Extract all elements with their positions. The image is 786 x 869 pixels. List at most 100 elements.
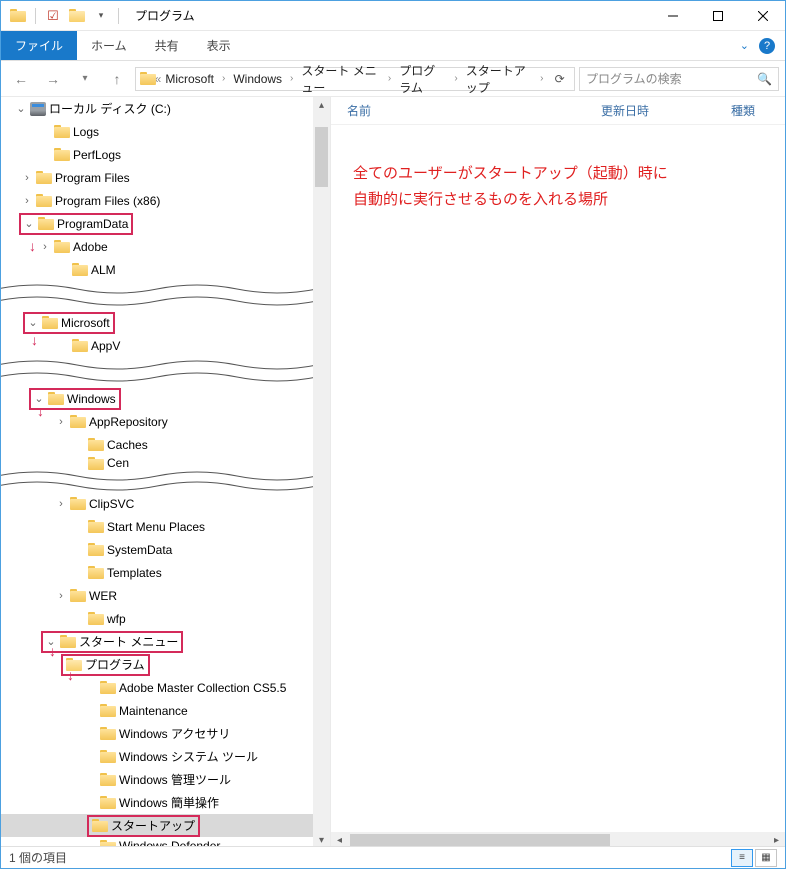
up-button[interactable]: ↑	[103, 65, 131, 93]
tree-item-apprepository[interactable]: ›AppRepository	[1, 410, 313, 433]
scroll-up-icon[interactable]: ▴	[313, 97, 330, 114]
tree-item-startmenu[interactable]: ⌄スタート メニュー	[1, 630, 313, 653]
col-type[interactable]: 種類	[715, 102, 785, 119]
tree-item-startup[interactable]: スタートアップ	[1, 814, 313, 837]
tab-file[interactable]: ファイル	[1, 31, 77, 60]
address-bar[interactable]: « Microsoft› Windows› スタート メニュー› プログラム› …	[135, 67, 575, 91]
folder-icon	[100, 796, 116, 809]
address-row: ← → ▾ ↑ « Microsoft› Windows› スタート メニュー›…	[1, 61, 785, 97]
minimize-button[interactable]	[650, 1, 695, 30]
ellipsis-gap	[1, 470, 313, 492]
tree-item-programfilesx86[interactable]: ›Program Files (x86)	[1, 189, 313, 212]
search-input[interactable]: プログラムの検索 🔍	[579, 67, 779, 91]
tree-item-caches[interactable]: Caches	[1, 433, 313, 456]
column-headers[interactable]: 名前 更新日時 種類	[331, 97, 785, 125]
tree-item-systemdata[interactable]: SystemData	[1, 538, 313, 561]
tree-item-prog-4[interactable]: Windows 管理ツール	[1, 768, 313, 791]
tree-item-startmenuplaces[interactable]: Start Menu Places	[1, 515, 313, 538]
view-details-button[interactable]: ≡	[731, 849, 753, 867]
folder-icon	[60, 635, 76, 648]
tree-item-adobe[interactable]: ›Adobe	[1, 235, 313, 258]
qat-properties-icon[interactable]: ☑	[42, 5, 64, 27]
crumb-4[interactable]: プログラム	[397, 62, 448, 96]
tree-item-alm[interactable]: ALM	[1, 258, 313, 281]
annotation-arrow-icon: ↓	[49, 643, 56, 659]
tree-root[interactable]: ⌄ ローカル ディスク (C:)	[1, 97, 313, 120]
crumb-2[interactable]: Windows	[231, 72, 284, 86]
folder-icon	[88, 520, 104, 533]
ellipsis-gap	[1, 281, 313, 311]
crumb-1[interactable]: Microsoft	[163, 72, 216, 86]
folder-icon	[88, 543, 104, 556]
folder-icon	[36, 194, 52, 207]
qat-open-folder-icon[interactable]	[66, 5, 88, 27]
tree-item-prog-2[interactable]: Windows アクセサリ	[1, 722, 313, 745]
content-pane: 名前 更新日時 種類 全てのユーザーがスタートアップ（起動）時に 自動的に実行さ…	[331, 97, 785, 849]
recent-dropdown-icon[interactable]: ▾	[71, 65, 99, 93]
help-icon[interactable]: ?	[759, 38, 775, 54]
tree-item-wer[interactable]: ›WER	[1, 584, 313, 607]
tree-item-prog-0[interactable]: Adobe Master Collection CS5.5	[1, 676, 313, 699]
col-name[interactable]: 名前	[331, 102, 585, 119]
tab-share[interactable]: 共有	[141, 31, 193, 60]
tree-item-prog-3[interactable]: Windows システム ツール	[1, 745, 313, 768]
back-button[interactable]: ←	[7, 65, 35, 93]
search-placeholder: プログラムの検索	[586, 70, 682, 87]
annotation-arrow-icon: ↓	[37, 403, 44, 419]
folder-icon	[38, 217, 54, 230]
tree-item-templates[interactable]: Templates	[1, 561, 313, 584]
ribbon-tabs: ファイル ホーム 共有 表示 ⌄ ?	[1, 31, 785, 61]
qat-dropdown-icon[interactable]: ▾	[90, 5, 112, 27]
folder-icon	[42, 316, 58, 329]
ribbon-expand-icon[interactable]: ⌄	[740, 39, 749, 52]
folder-icon	[88, 457, 104, 470]
search-icon[interactable]: 🔍	[757, 72, 772, 86]
folder-icon	[70, 497, 86, 510]
tree-item-prog-1[interactable]: Maintenance	[1, 699, 313, 722]
crumb-3[interactable]: スタート メニュー	[299, 62, 382, 96]
folder-icon	[54, 240, 70, 253]
annotation-arrow-icon: ↓	[67, 667, 74, 683]
folder-icon	[48, 392, 64, 405]
folder-icon	[100, 773, 116, 786]
tab-home[interactable]: ホーム	[77, 31, 141, 60]
folder-icon	[88, 566, 104, 579]
tree-item-windows[interactable]: ⌄Windows	[1, 387, 313, 410]
view-icons-button[interactable]: ▦	[755, 849, 777, 867]
title-bar: ☑ ▾ プログラム	[1, 1, 785, 31]
tree-item-logs[interactable]: Logs	[1, 120, 313, 143]
tree-item-perflogs[interactable]: PerfLogs	[1, 143, 313, 166]
scroll-thumb[interactable]	[315, 127, 328, 187]
folder-icon	[88, 438, 104, 451]
tree-item-appv[interactable]: AppV	[1, 334, 313, 357]
tree-item-prog-5[interactable]: Windows 簡単操作	[1, 791, 313, 814]
tree-item-wfp[interactable]: wfp	[1, 607, 313, 630]
disk-icon	[30, 102, 46, 116]
folder-icon	[72, 339, 88, 352]
folder-icon	[92, 819, 108, 832]
navigation-pane: ⌄ ローカル ディスク (C:) Logs PerfLogs ›Program …	[1, 97, 331, 849]
nav-scrollbar[interactable]: ▴ ▾	[313, 97, 330, 849]
tree-item-partial[interactable]: Cen	[1, 456, 313, 470]
ellipsis-gap	[1, 357, 313, 387]
window-title: プログラム	[135, 7, 195, 24]
folder-icon	[70, 589, 86, 602]
maximize-button[interactable]	[695, 1, 740, 30]
tree-item-programdata[interactable]: ⌄ProgramData	[1, 212, 313, 235]
refresh-button[interactable]: ⟳	[549, 72, 570, 86]
folder-icon	[72, 263, 88, 276]
tree-item-programs[interactable]: プログラム	[1, 653, 313, 676]
tab-view[interactable]: 表示	[193, 31, 245, 60]
status-text: 1 個の項目	[9, 849, 67, 866]
tree-item-clipsvc[interactable]: ›ClipSVC	[1, 492, 313, 515]
col-date[interactable]: 更新日時	[585, 102, 715, 119]
folder-icon	[54, 125, 70, 138]
close-button[interactable]	[740, 1, 785, 30]
crumb-5[interactable]: スタートアップ	[464, 62, 534, 96]
forward-button[interactable]: →	[39, 65, 67, 93]
tree-item-programfiles[interactable]: ›Program Files	[1, 166, 313, 189]
annotation-arrow-icon: ↓	[29, 238, 36, 254]
qat-folder-icon[interactable]	[7, 5, 29, 27]
tree-item-microsoft[interactable]: ⌄Microsoft	[1, 311, 313, 334]
address-folder-icon	[140, 72, 153, 85]
